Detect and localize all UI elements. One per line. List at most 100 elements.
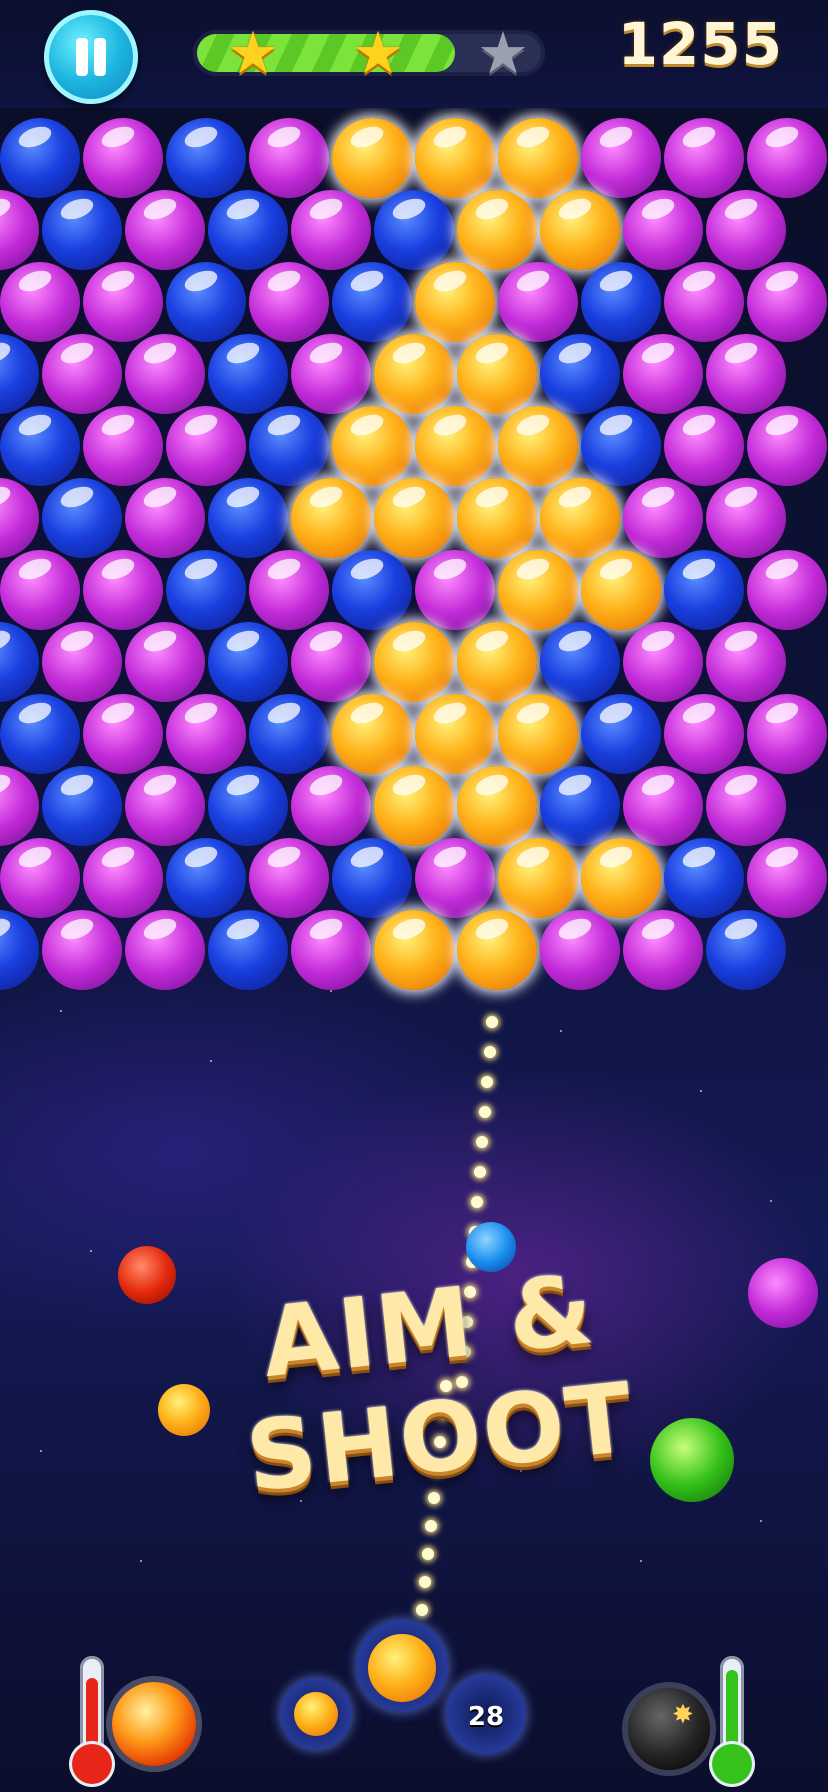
blue-bubble [664,550,744,630]
purple-bubble [706,190,786,270]
aim-dot [473,1166,486,1178]
aim-dot [425,1520,437,1532]
aim-dot [419,1576,431,1588]
blue-bubble [166,550,246,630]
purple-bubble [83,406,163,486]
purple-bubble [125,334,205,414]
purple-bubble [623,766,703,846]
blue-bubble [166,838,246,918]
blue-bubble [540,766,620,846]
purple-bubble [125,478,205,558]
purple-bubble [0,478,39,558]
orange-bubble [457,622,537,702]
purple-bubble [249,262,329,342]
purple-bubble [42,622,122,702]
bomb-booster-icon[interactable]: ✸ [628,1688,710,1770]
purple-bubble [291,334,371,414]
aim-dot [478,1106,491,1118]
pause-button[interactable] [44,10,138,104]
purple-bubble [747,694,827,774]
purple-bubble [249,838,329,918]
purple-bubble [83,838,163,918]
moves-left: 28 [467,1702,505,1732]
aim-dot [422,1548,434,1560]
purple-bubble [415,550,495,630]
aim-dot [483,1046,496,1058]
purple-bubble [291,190,371,270]
purple-bubble [623,190,703,270]
purple-bubble [623,910,703,990]
blue-bubble [42,478,122,558]
blue-bubble [332,838,412,918]
purple-bubble [664,118,744,198]
blue-bubble [0,334,39,414]
fireball-booster-icon[interactable] [112,1682,196,1766]
bomb-spark-icon: ✸ [672,1700,694,1730]
orange-bubble [457,766,537,846]
aim-dot [481,1076,493,1088]
fire-power-meter [72,1656,112,1784]
purple-bubble [249,550,329,630]
purple-bubble [540,910,620,990]
purple-bubble [623,622,703,702]
blue-bubble [208,910,288,990]
orange-bubble [498,118,578,198]
purple-bubble [747,118,827,198]
orange-bubble [540,190,620,270]
blue-bubble [332,550,412,630]
fire-meter-fill [86,1678,98,1750]
orange-bubble [374,478,454,558]
orange-bubble [374,766,454,846]
purple-bubble [42,910,122,990]
bomb-meter-bulb [712,1744,752,1784]
orange-bubble [374,910,454,990]
blue-bubble [0,694,80,774]
purple-bubble [664,406,744,486]
progress-star-2-icon: ★ [352,19,404,87]
progress-star-1-icon: ★ [227,19,279,87]
orange-bubble [457,334,537,414]
purple-bubble [623,334,703,414]
purple-bubble [747,838,827,918]
blue-bubble [208,622,288,702]
purple-bubble [747,550,827,630]
blue-bubble [0,622,39,702]
aim-dot [486,1016,498,1028]
bomb-power-meter [712,1656,752,1784]
orange-bubble [498,406,578,486]
orange-bubble [332,406,412,486]
blue-bubble [540,334,620,414]
purple-bubble [125,766,205,846]
orange-bubble [415,118,495,198]
purple-bubble [747,406,827,486]
blue-bubble [0,406,80,486]
orange-bubble [415,406,495,486]
blue-bubble [0,910,39,990]
purple-bubble [125,190,205,270]
purple-bubble [706,478,786,558]
purple-bubble [42,334,122,414]
blue-bubble [208,334,288,414]
next-ball[interactable] [294,1692,338,1736]
purple-bubble [498,262,578,342]
orange-bubble [291,478,371,558]
blue-bubble [664,838,744,918]
blue-bubble [166,262,246,342]
orange-bubble [498,550,578,630]
orange-bubble [374,334,454,414]
current-ball[interactable] [368,1634,436,1702]
purple-bubble [291,766,371,846]
blue-bubble [249,694,329,774]
purple-bubble [83,550,163,630]
blue-bubble [581,406,661,486]
purple-bubble [291,622,371,702]
blue-bubble [706,910,786,990]
fire-meter-bulb [72,1744,112,1784]
purple-bubble [125,622,205,702]
purple-bubble [249,118,329,198]
orange-bubble [415,262,495,342]
blue-bubble [374,190,454,270]
purple-bubble [291,910,371,990]
orange-bubble [415,694,495,774]
progress-star-3-icon: ★ [477,19,529,87]
